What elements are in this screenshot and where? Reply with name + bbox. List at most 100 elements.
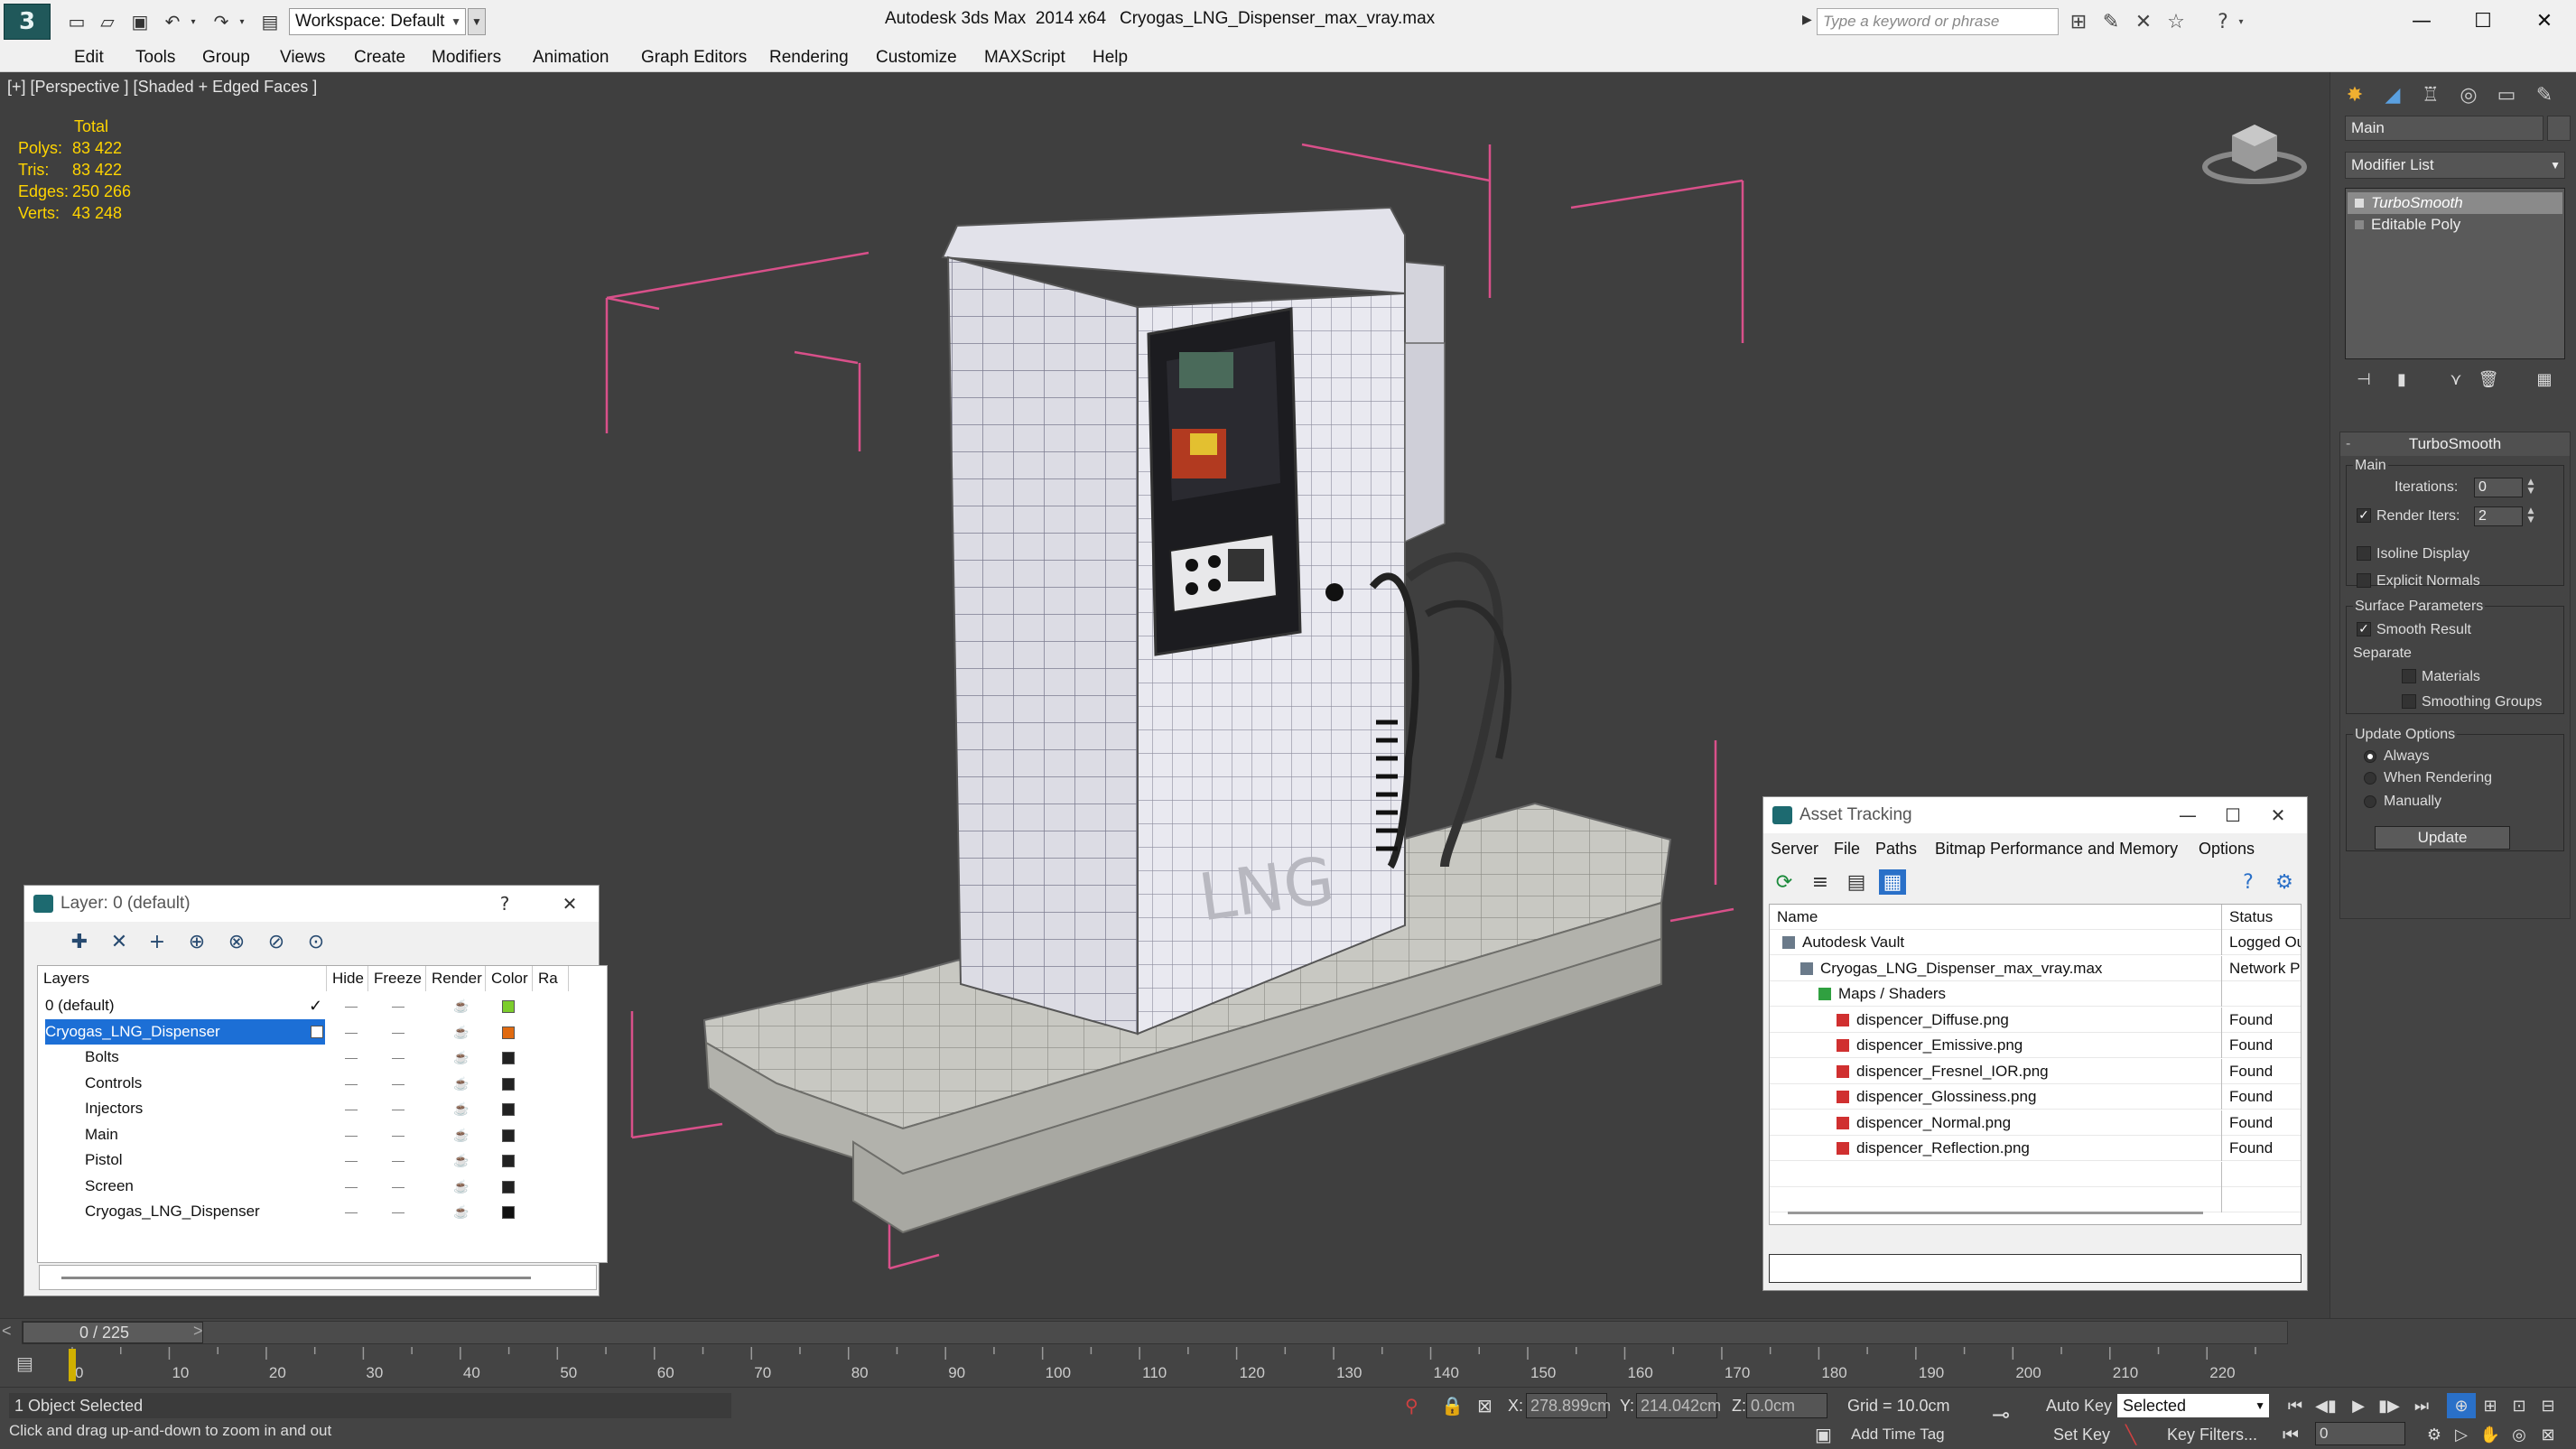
manually-radio[interactable]	[2364, 795, 2376, 808]
teapot-icon[interactable]: ☕	[453, 1147, 469, 1173]
iterations-spinner[interactable]: 0	[2474, 478, 2523, 497]
menu-animation[interactable]: Animation	[533, 46, 609, 70]
layer-row[interactable]: Main — — ☕	[38, 1122, 607, 1147]
materials-checkbox[interactable]	[2402, 669, 2416, 683]
configure-sets-icon[interactable]: ▦	[2531, 367, 2558, 392]
field-of-view-icon[interactable]: ▷	[2447, 1422, 2476, 1447]
menu-modifiers[interactable]: Modifiers	[432, 46, 501, 70]
col-name[interactable]: Name	[1777, 905, 1818, 930]
teapot-icon[interactable]: ☕	[453, 1174, 469, 1199]
list-view-icon[interactable]: ≡	[1807, 869, 1834, 895]
layer-color-swatch[interactable]	[502, 1000, 515, 1013]
save-file-icon[interactable]: ▣	[126, 9, 153, 34]
bulb-icon[interactable]	[2355, 199, 2364, 208]
freeze-toggle[interactable]: —	[392, 1122, 405, 1147]
hide-toggle[interactable]: —	[345, 1045, 358, 1070]
add-to-layer-icon[interactable]: +	[144, 929, 171, 954]
viewcube-icon[interactable]	[2196, 108, 2313, 190]
communication-icon[interactable]: ✕	[2129, 9, 2158, 34]
render-iters-checkbox[interactable]: ✓	[2357, 508, 2371, 523]
key-icon[interactable]: ⊸	[1992, 1402, 2010, 1427]
menu-rendering[interactable]: Rendering	[769, 46, 849, 70]
freeze-toggle[interactable]: —	[392, 1045, 405, 1070]
layer-name[interactable]: Pistol	[85, 1147, 325, 1173]
prev-key-icon[interactable]: ◀▮	[2311, 1393, 2340, 1418]
motion-tab-icon[interactable]: ◎	[2453, 79, 2484, 110]
project-folder-icon[interactable]: ▤	[256, 9, 284, 34]
layer-row[interactable]: Injectors — — ☕	[38, 1096, 607, 1121]
set-key-mode-icon[interactable]: ╲	[2125, 1424, 2136, 1445]
zoom-all-icon[interactable]: ⊞	[2476, 1393, 2505, 1418]
stack-item-turbosmooth[interactable]: TurboSmooth	[2348, 192, 2562, 214]
smoothing-groups-checkbox[interactable]	[2402, 694, 2416, 709]
scrollbar-thumb[interactable]	[61, 1277, 531, 1279]
asset-row[interactable]: dispencer_Fresnel_IOR.png Found	[1770, 1058, 2301, 1084]
layer-help-button[interactable]: ?	[485, 886, 525, 922]
y-coordinate-field[interactable]: 214.042cm	[1636, 1393, 1721, 1418]
layer-name[interactable]: Main	[85, 1122, 325, 1147]
asset-row[interactable]: dispencer_Emissive.png Found	[1770, 1033, 2301, 1058]
teapot-icon[interactable]: ☕	[453, 1122, 469, 1147]
layer-color-swatch[interactable]	[502, 1180, 515, 1194]
z-coordinate-field[interactable]: 0.0cm	[1746, 1393, 1827, 1418]
explicit-normals-checkbox[interactable]	[2357, 573, 2371, 588]
spinner-arrows-icon[interactable]: ▲ ▼	[2525, 478, 2537, 497]
col-render[interactable]: Render	[426, 966, 486, 991]
undo-dropdown-icon[interactable]: ▾	[186, 9, 200, 34]
menu-customize[interactable]: Customize	[876, 46, 957, 70]
layer-row[interactable]: Cryogas_LNG_Dispenser — — ☕	[38, 1199, 607, 1224]
time-tag-icon[interactable]: ▣	[1815, 1424, 1832, 1445]
app-logo-icon[interactable]: 3	[4, 4, 51, 40]
layer-color-swatch[interactable]	[502, 1026, 515, 1039]
help-dropdown-icon[interactable]: ▾	[2234, 9, 2248, 34]
layer-color-swatch[interactable]	[502, 1052, 515, 1064]
rollout-title[interactable]: TurboSmooth	[2340, 432, 2570, 456]
search-input[interactable]: Type a keyword or phrase	[1817, 8, 2059, 35]
layer-name[interactable]: Cryogas_LNG_Dispenser	[85, 1199, 325, 1224]
zoom-extents-all-icon[interactable]: ⊟	[2534, 1393, 2562, 1418]
teapot-icon[interactable]: ☕	[453, 1045, 469, 1070]
render-iters-spinner[interactable]: 2	[2474, 506, 2523, 526]
col-status[interactable]: Status	[2221, 905, 2301, 930]
modifier-list-dropdown[interactable]: Modifier List ▼	[2345, 152, 2565, 179]
create-tab-icon[interactable]: ✸	[2339, 79, 2370, 110]
maximize-icon[interactable]: ☐	[2213, 797, 2253, 833]
curve-editor-icon[interactable]: ▤	[16, 1352, 43, 1378]
menu-maxscript[interactable]: MAXScript	[984, 46, 1065, 70]
track-ruler[interactable]: 0 10 20 30 40 50 60 70 80 90 100 110 120 130 140 150 160…	[61, 1345, 2264, 1387]
menu-edit[interactable]: Edit	[74, 46, 104, 70]
next-key-icon[interactable]: ▮▶	[2375, 1393, 2404, 1418]
favorites-star-icon[interactable]: ☆	[2162, 9, 2190, 34]
menu-help[interactable]: Help	[1093, 46, 1128, 70]
asset-row[interactable]: Maps / Shaders	[1770, 981, 2301, 1007]
asset-row[interactable]: Cryogas_LNG_Dispenser_max_vray.max Networ…	[1770, 955, 2301, 981]
teapot-icon[interactable]: ☕	[453, 1071, 469, 1096]
maximize-icon[interactable]: ☐	[2463, 5, 2503, 36]
remove-modifier-icon[interactable]: 🗑	[2475, 367, 2502, 392]
hide-toggle[interactable]: —	[345, 1122, 358, 1147]
freeze-all-layers-icon[interactable]: ⊙	[302, 929, 330, 954]
goto-start-icon[interactable]: ⏮	[2281, 1393, 2310, 1418]
utilities-tab-icon[interactable]: ✎	[2529, 79, 2560, 110]
menu-group[interactable]: Group	[202, 46, 250, 70]
current-layer-box[interactable]	[311, 1025, 323, 1038]
subscription-icon[interactable]: ✎	[2097, 9, 2125, 34]
table-view-icon[interactable]: ▤	[1843, 869, 1870, 895]
maximize-viewport-icon[interactable]: ⊠	[2534, 1422, 2562, 1447]
layer-color-swatch[interactable]	[502, 1129, 515, 1142]
minimize-icon[interactable]: —	[2168, 797, 2208, 833]
menu-create[interactable]: Create	[354, 46, 405, 70]
menu-tools[interactable]: Tools	[135, 46, 175, 70]
undo-icon[interactable]: ↶	[159, 9, 186, 34]
asset-path-field[interactable]	[1769, 1254, 2302, 1283]
freeze-toggle[interactable]: —	[392, 1071, 405, 1096]
layer-color-swatch[interactable]	[502, 1103, 515, 1116]
hide-all-layers-icon[interactable]: ⊘	[263, 929, 290, 954]
layer-name[interactable]: Injectors	[85, 1096, 325, 1121]
time-slider-track[interactable]	[22, 1321, 2288, 1344]
asset-row[interactable]: Autodesk Vault Logged Ou	[1770, 930, 2301, 955]
x-coordinate-field[interactable]: 278.899cm	[1526, 1393, 1611, 1418]
orbit-icon[interactable]: ◎	[2505, 1422, 2534, 1447]
menu-graph-editors[interactable]: Graph Editors	[641, 46, 747, 70]
make-unique-icon[interactable]: ⋎	[2442, 367, 2469, 392]
